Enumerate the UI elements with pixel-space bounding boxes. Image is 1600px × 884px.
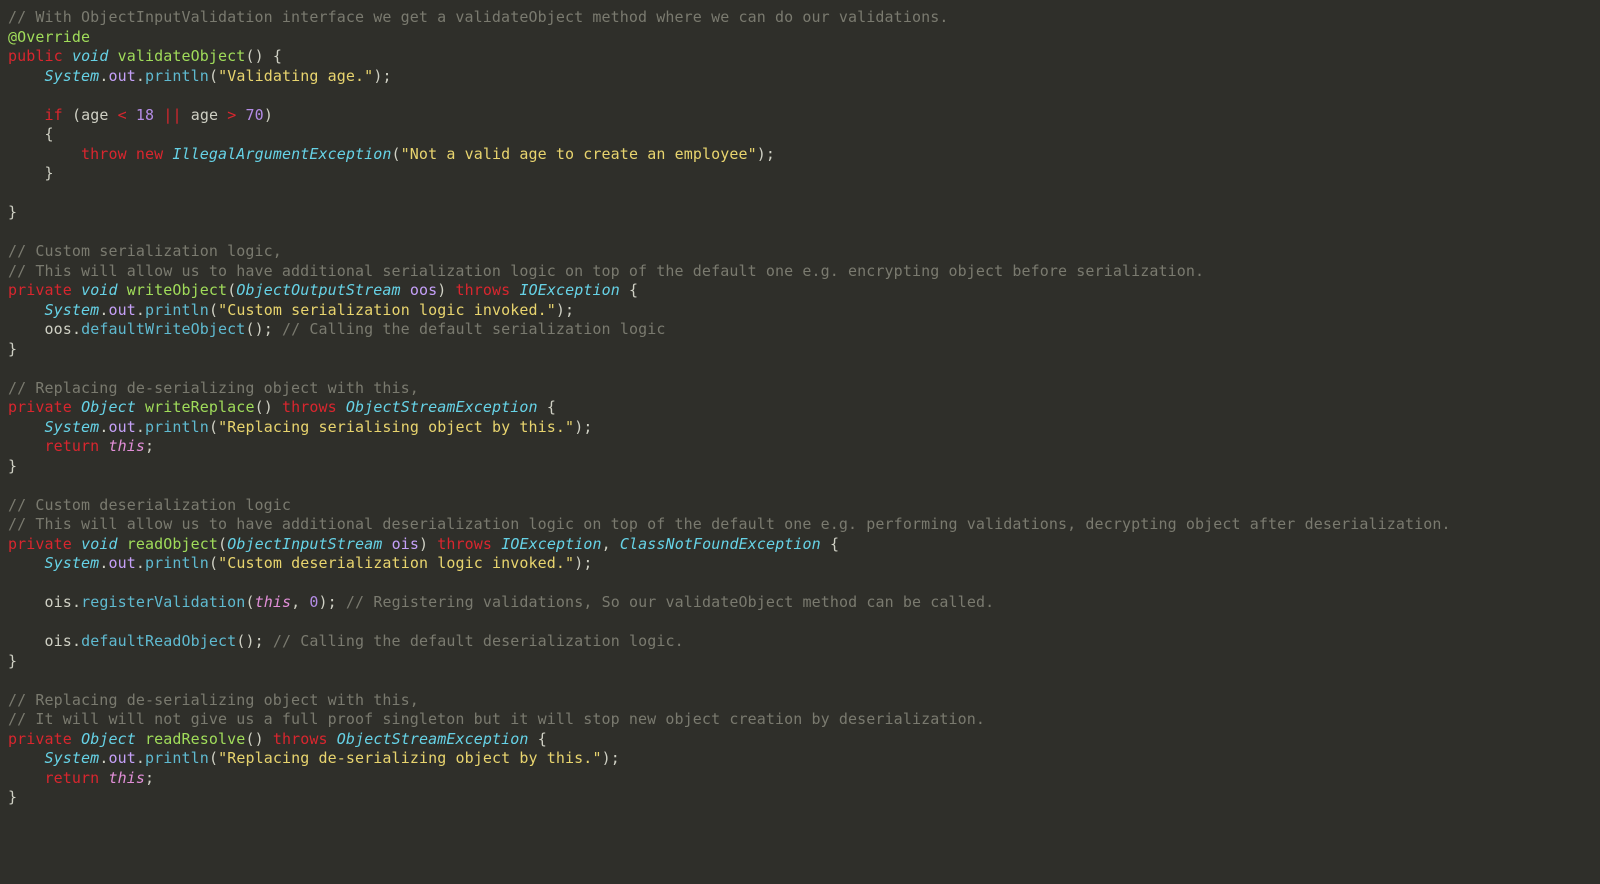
- kw-throws: throws: [273, 730, 328, 748]
- call-println: println: [145, 418, 209, 436]
- param-oos: oos: [410, 281, 437, 299]
- code-comment: // Calling the default deserialization l…: [273, 632, 684, 650]
- op-or: ||: [163, 106, 181, 124]
- code-comment: // Replacing de-serializing object with …: [8, 691, 419, 709]
- kw-private: private: [8, 730, 72, 748]
- type-iae: IllegalArgumentException: [172, 145, 391, 163]
- field-out: out: [108, 418, 135, 436]
- kw-private: private: [8, 535, 72, 553]
- code-comment: // This will allow us to have additional…: [8, 262, 1204, 280]
- num-70: 70: [246, 106, 264, 124]
- kw-public: public: [8, 47, 63, 65]
- call-println: println: [145, 67, 209, 85]
- type-ose: ObjectStreamException: [346, 398, 538, 416]
- call-dro: defaultReadObject: [81, 632, 236, 650]
- field-out: out: [108, 749, 135, 767]
- string-literal: "Replacing serialising object by this.": [218, 418, 574, 436]
- type-ioe: IOException: [501, 535, 601, 553]
- method-name: writeReplace: [145, 398, 255, 416]
- type-system: System: [45, 554, 100, 572]
- string-literal: "Not a valid age to create an employee": [401, 145, 757, 163]
- kw-new: new: [136, 145, 163, 163]
- type-cnfe: ClassNotFoundException: [620, 535, 821, 553]
- kw-if: if: [45, 106, 63, 124]
- var-age: age: [81, 106, 108, 124]
- code-annotation: @Override: [8, 28, 90, 46]
- kw-this: this: [108, 437, 145, 455]
- var-ois: ois: [45, 593, 72, 611]
- op-gt: >: [227, 106, 236, 124]
- code-comment: // Replacing de-serializing object with …: [8, 379, 419, 397]
- type-system: System: [45, 418, 100, 436]
- code-comment: // Registering validations, So our valid…: [346, 593, 994, 611]
- num-0: 0: [309, 593, 318, 611]
- var-age: age: [191, 106, 218, 124]
- string-literal: "Replacing de-serializing object by this…: [218, 749, 602, 767]
- call-println: println: [145, 301, 209, 319]
- call-println: println: [145, 749, 209, 767]
- type-ioe: IOException: [519, 281, 619, 299]
- kw-throws: throws: [282, 398, 337, 416]
- call-println: println: [145, 554, 209, 572]
- field-out: out: [108, 67, 135, 85]
- var-ois: ois: [45, 632, 72, 650]
- call-regval: registerValidation: [81, 593, 245, 611]
- kw-private: private: [8, 281, 72, 299]
- string-literal: "Custom deserialization logic invoked.": [218, 554, 574, 572]
- kw-this: this: [255, 593, 292, 611]
- kw-void: void: [72, 47, 109, 65]
- kw-throw: throw: [81, 145, 127, 163]
- field-out: out: [108, 554, 135, 572]
- param-ois: ois: [392, 535, 419, 553]
- kw-this: this: [108, 769, 145, 787]
- code-block: // With ObjectInputValidation interface …: [0, 0, 1600, 816]
- string-literal: "Custom serialization logic invoked.": [218, 301, 556, 319]
- kw-return: return: [45, 437, 100, 455]
- kw-void: void: [81, 281, 118, 299]
- kw-return: return: [45, 769, 100, 787]
- method-name: writeObject: [127, 281, 227, 299]
- method-name: readObject: [127, 535, 218, 553]
- kw-throws: throws: [437, 535, 492, 553]
- method-name: readResolve: [145, 730, 245, 748]
- method-name: validateObject: [118, 47, 246, 65]
- field-out: out: [108, 301, 135, 319]
- code-comment: // Custom deserialization logic: [8, 496, 291, 514]
- code-comment: // Custom serialization logic,: [8, 242, 282, 260]
- type-system: System: [45, 67, 100, 85]
- code-comment: // Calling the default serialization log…: [282, 320, 666, 338]
- kw-throws: throws: [456, 281, 511, 299]
- type-oos: ObjectOutputStream: [236, 281, 400, 299]
- code-comment: // This will allow us to have additional…: [8, 515, 1451, 533]
- type-ose: ObjectStreamException: [337, 730, 529, 748]
- type-system: System: [45, 301, 100, 319]
- type-ois: ObjectInputStream: [227, 535, 382, 553]
- type-object: Object: [81, 730, 136, 748]
- string-literal: "Validating age.": [218, 67, 373, 85]
- code-comment: // It will will not give us a full proof…: [8, 710, 985, 728]
- type-system: System: [45, 749, 100, 767]
- code-comment: // With ObjectInputValidation interface …: [8, 8, 948, 26]
- kw-private: private: [8, 398, 72, 416]
- num-18: 18: [136, 106, 154, 124]
- call-dwo: defaultWriteObject: [81, 320, 245, 338]
- type-object: Object: [81, 398, 136, 416]
- var-oos: oos: [45, 320, 72, 338]
- op-lt: <: [118, 106, 127, 124]
- kw-void: void: [81, 535, 118, 553]
